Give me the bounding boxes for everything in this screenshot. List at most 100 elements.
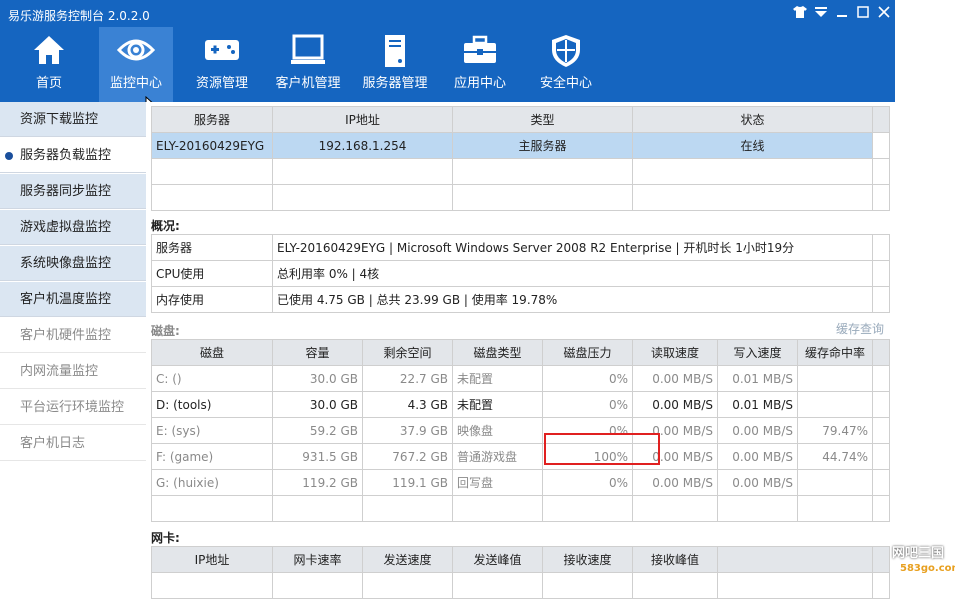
table-row[interactable]: C: () 30.0 GB 22.7 GB 未配置 0% 0.00 MB/S 0… [151, 365, 890, 392]
sidebar-item-image-disk[interactable]: 系统映像盘监控 [0, 246, 146, 281]
table-row[interactable]: F: (game) 931.5 GB 767.2 GB 普通游戏盘 100% 0… [151, 443, 890, 470]
column-header[interactable]: 写入速度 [717, 339, 798, 366]
nav-security-label: 安全中心 [539, 76, 592, 91]
sidebar-item-client-temp[interactable]: 客户机温度监控 [0, 282, 146, 317]
column-header[interactable]: 磁盘 [151, 339, 273, 366]
cell-free: 119.1 GB [362, 469, 453, 496]
column-header[interactable]: 接收峰值 [632, 546, 718, 573]
nav-home-label: 首页 [35, 76, 62, 91]
sidebar-item-label: 内网流量监控 [20, 364, 99, 379]
cell-cache-hit [797, 365, 873, 392]
watermark-url: 583go.com [900, 563, 955, 574]
cell-pressure: 0% [542, 365, 633, 392]
table-row: 内存使用 已使用 4.75 GB | 总共 23.99 GB | 使用率 19.… [151, 286, 890, 313]
column-header-spacer [872, 546, 890, 573]
sidebar-item-lan-traffic[interactable]: 内网流量监控 [0, 354, 146, 389]
column-header[interactable]: 发送峰值 [452, 546, 543, 573]
cell-disk: G: (huixie) [151, 469, 273, 496]
column-header[interactable]: 容量 [272, 339, 363, 366]
column-header[interactable]: 接收速度 [542, 546, 633, 573]
nic-title: 网卡: [151, 531, 180, 545]
column-header[interactable]: IP地址 [272, 106, 453, 133]
cell-capacity: 119.2 GB [272, 469, 363, 496]
sidebar-item-label: 客户机日志 [20, 436, 86, 451]
column-header[interactable]: 缓存命中率 [797, 339, 873, 366]
main-panel: 服务器 IP地址 类型 状态 ELY-20160429EYG 192.168.1… [146, 102, 895, 599]
overview-value: 总利用率 0% | 4核 [272, 260, 873, 287]
column-header[interactable]: 磁盘类型 [452, 339, 543, 366]
cell-read: 0.00 MB/S [632, 365, 718, 392]
column-header[interactable]: 状态 [632, 106, 873, 133]
cell-capacity: 30.0 GB [272, 365, 363, 392]
maximize-icon[interactable] [855, 6, 871, 22]
sidebar-item-label: 系统映像盘监控 [20, 256, 112, 271]
close-icon[interactable] [876, 6, 892, 22]
nav-client-label: 客户机管理 [275, 76, 341, 91]
overview-label: 内存使用 [151, 286, 273, 313]
sidebar-item-client-log[interactable]: 客户机日志 [0, 426, 146, 461]
cell-disk-type: 未配置 [452, 365, 543, 392]
cell-pressure: 0% [542, 391, 633, 418]
column-header[interactable]: 服务器 [151, 106, 273, 133]
column-header[interactable]: 类型 [452, 106, 633, 133]
cache-query-link[interactable]: 缓存查询 [836, 320, 884, 337]
overview-title: 概况: [151, 219, 180, 233]
nav-security[interactable]: 安全中心 [529, 27, 603, 102]
cell-ip: 192.168.1.254 [272, 132, 453, 159]
cell-read: 0.00 MB/S [632, 391, 718, 418]
table-row[interactable]: E: (sys) 59.2 GB 37.9 GB 映像盘 0% 0.00 MB/… [151, 417, 890, 444]
sidebar-item-server-load[interactable]: 服务器负载监控 [0, 138, 146, 173]
sidebar-item-server-sync[interactable]: 服务器同步监控 [0, 174, 146, 209]
nav-home[interactable]: 首页 [12, 27, 86, 102]
shirt-icon[interactable] [792, 6, 808, 22]
nav-app[interactable]: 应用中心 [443, 27, 517, 102]
menu-icon[interactable] [813, 6, 829, 22]
minimize-icon[interactable] [834, 6, 850, 22]
watermark-text: 网吧三国 [892, 546, 945, 561]
cell-capacity: 30.0 GB [272, 391, 363, 418]
nav-resource[interactable]: 资源管理 [185, 27, 259, 102]
nav-server[interactable]: 服务器管理 [357, 27, 433, 102]
sidebar-item-game-disk[interactable]: 游戏虚拟盘监控 [0, 210, 146, 245]
cell-capacity: 59.2 GB [272, 417, 363, 444]
cell-free: 37.9 GB [362, 417, 453, 444]
sidebar-item-platform-env[interactable]: 平台运行环境监控 [0, 390, 146, 425]
cell-disk-type: 普通游戏盘 [452, 443, 543, 470]
shield-icon [552, 35, 580, 67]
table-row[interactable]: D: (tools) 30.0 GB 4.3 GB 未配置 0% 0.00 MB… [151, 391, 890, 418]
nic-table: IP地址 网卡速率 发送速度 发送峰值 接收速度 接收峰值 [151, 546, 890, 599]
table-row[interactable]: G: (huixie) 119.2 GB 119.1 GB 回写盘 0% 0.0… [151, 469, 890, 496]
cell-write: 0.01 MB/S [717, 365, 798, 392]
table-row[interactable]: ELY-20160429EYG 192.168.1.254 主服务器 在线 [151, 132, 890, 159]
table-row: CPU使用 总利用率 0% | 4核 [151, 260, 890, 287]
monitor-icon [291, 34, 325, 64]
column-header[interactable]: 磁盘压力 [542, 339, 633, 366]
cell-status: 在线 [632, 132, 873, 159]
cell-type: 主服务器 [452, 132, 633, 159]
table-row-empty [151, 495, 890, 522]
server-icon [385, 35, 405, 67]
cell-pressure: 0% [542, 469, 633, 496]
sidebar-item-label: 平台运行环境监控 [20, 400, 125, 415]
app-window: 易乐游服务控制台 2.0.2.0 首页 监控中心 资源管理 客户机管理 服务器管… [0, 0, 895, 599]
column-header[interactable]: 网卡速率 [272, 546, 363, 573]
sidebar-item-label: 资源下载监控 [20, 112, 99, 127]
column-header[interactable]: 读取速度 [632, 339, 718, 366]
cell-disk-type: 映像盘 [452, 417, 543, 444]
column-header-spacer [872, 339, 890, 366]
sidebar-item-download[interactable]: 资源下载监控 [0, 102, 146, 137]
column-header[interactable]: 剩余空间 [362, 339, 453, 366]
table-row-empty [151, 158, 890, 185]
table-row: 服务器 ELY-20160429EYG | Microsoft Windows … [151, 234, 890, 261]
cell-cache-hit [797, 469, 873, 496]
nav-client[interactable]: 客户机管理 [271, 27, 345, 102]
column-header[interactable]: 发送速度 [362, 546, 453, 573]
nav-monitor[interactable]: 监控中心 [99, 27, 173, 102]
cell-cache-hit: 44.74% [797, 443, 873, 470]
sidebar-item-client-hardware[interactable]: 客户机硬件监控 [0, 318, 146, 353]
nav-monitor-label: 监控中心 [109, 76, 162, 91]
table-header-row: 磁盘 容量 剩余空间 磁盘类型 磁盘压力 读取速度 写入速度 缓存命中率 [151, 339, 890, 366]
cell-write: 0.01 MB/S [717, 391, 798, 418]
column-header[interactable]: IP地址 [151, 546, 273, 573]
nav-resource-label: 资源管理 [195, 76, 248, 91]
